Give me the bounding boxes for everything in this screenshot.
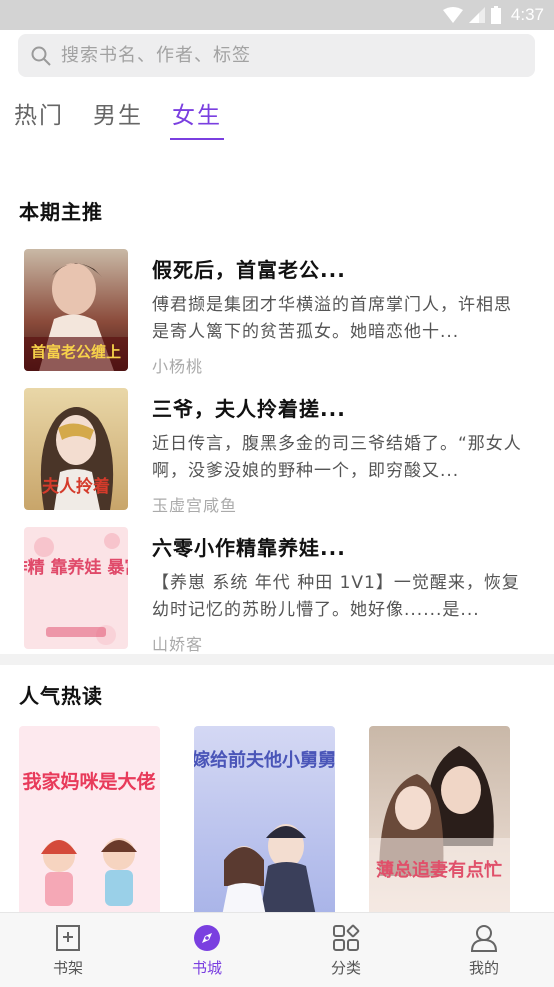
- popular-book-1[interactable]: 我家妈咪是大佬: [19, 726, 160, 916]
- tab-female[interactable]: 女生: [170, 96, 224, 140]
- bottom-nav: 书架 书城 分类 我的: [0, 912, 554, 987]
- featured-book-3[interactable]: 小作精 靠养娃 暴富了 六零小作精靠养娃... 【养崽 系统 年代 种田 1V1…: [24, 527, 544, 654]
- bookmark-icon: [56, 925, 80, 951]
- nav-label: 分类: [330, 959, 361, 977]
- book-author: 小杨桃: [152, 357, 204, 376]
- wifi-icon: [442, 7, 463, 23]
- cover-art-1: 首富老公缠上: [24, 249, 128, 371]
- book-author: 山娇客: [152, 635, 204, 654]
- featured-book-1[interactable]: 首富老公缠上 假死后，首富老公... 傅君撷是集团才华横溢的首席掌门人，许相思是…: [24, 249, 544, 376]
- search-bar[interactable]: [18, 34, 535, 77]
- popular-book-3[interactable]: 薄总追妻有点忙: [369, 726, 510, 916]
- nav-bookstore[interactable]: 书城: [167, 923, 247, 978]
- book-description: 傅君撷是集团才华横溢的首席掌门人，许相思是寄人篱下的贫苦孤女。她暗恋他十...: [152, 295, 512, 342]
- cover-6-title: 薄总追妻有点忙: [376, 859, 502, 881]
- signal-icon: [468, 7, 485, 23]
- category-tabs: 热门 男生 女生: [14, 96, 251, 140]
- featured-section-title: 本期主推: [19, 200, 103, 224]
- book-title[interactable]: 六零小作精靠养娃...: [152, 532, 346, 561]
- book-title[interactable]: 三爷，夫人拎着搓...: [152, 393, 346, 422]
- nav-label: 我的: [468, 959, 499, 977]
- featured-book-2[interactable]: 夫人拎着 三爷，夫人拎着搓... 近日传言，腹黑多金的司三爷结婚了。“那女人啊，…: [24, 388, 544, 515]
- book-cover[interactable]: 小作精 靠养娃 暴富了: [24, 527, 128, 649]
- status-time: 4:37: [510, 5, 544, 24]
- cover-5-title: 嫁给前夫他小舅舅: [194, 749, 335, 771]
- nav-label: 书架: [52, 959, 83, 977]
- search-icon: [31, 46, 51, 66]
- battery-icon: [490, 6, 501, 24]
- status-icons: 4:37: [442, 4, 544, 26]
- compass-icon: [194, 925, 220, 951]
- nav-profile[interactable]: 我的: [444, 923, 524, 978]
- cover-4-title: 我家妈咪是大佬: [22, 770, 155, 793]
- cover-3-title: 小作精 靠养娃 暴富了: [24, 557, 128, 578]
- book-title[interactable]: 假死后，首富老公...: [152, 254, 346, 283]
- nav-label: 书城: [191, 959, 222, 977]
- book-description: 近日传言，腹黑多金的司三爷结婚了。“那女人啊，没爹没娘的野种一个，即穷酸又...: [152, 434, 522, 481]
- tab-male[interactable]: 男生: [93, 96, 143, 140]
- category-icon: [333, 924, 360, 951]
- tab-popular[interactable]: 热门: [14, 96, 64, 140]
- cover-art-5: 嫁给前夫他小舅舅: [194, 726, 335, 916]
- search-input[interactable]: [59, 44, 503, 67]
- book-author: 玉虚宫咸鱼: [152, 496, 238, 515]
- book-cover[interactable]: 夫人拎着: [24, 388, 128, 510]
- cover-art-4: 我家妈咪是大佬: [19, 726, 160, 916]
- status-bar: 4:37: [0, 0, 554, 30]
- popular-book-2[interactable]: 嫁给前夫他小舅舅: [194, 726, 335, 916]
- book-description: 【养崽 系统 年代 种田 1V1】一觉醒来，恢复幼时记忆的苏盼儿懵了。她好像..…: [152, 573, 520, 620]
- cover-2-title: 夫人拎着: [42, 476, 110, 497]
- cover-art-2: 夫人拎着: [24, 388, 128, 510]
- nav-category[interactable]: 分类: [306, 923, 386, 978]
- section-divider: [0, 654, 554, 665]
- popular-section-title: 人气热读: [19, 684, 103, 708]
- user-icon: [470, 925, 498, 952]
- book-cover[interactable]: 首富老公缠上: [24, 249, 128, 371]
- cover-1-title: 首富老公缠上: [31, 343, 121, 361]
- nav-bookshelf[interactable]: 书架: [28, 923, 108, 978]
- cover-art-3: 小作精 靠养娃 暴富了: [24, 527, 128, 649]
- cover-art-6: 薄总追妻有点忙: [369, 726, 510, 916]
